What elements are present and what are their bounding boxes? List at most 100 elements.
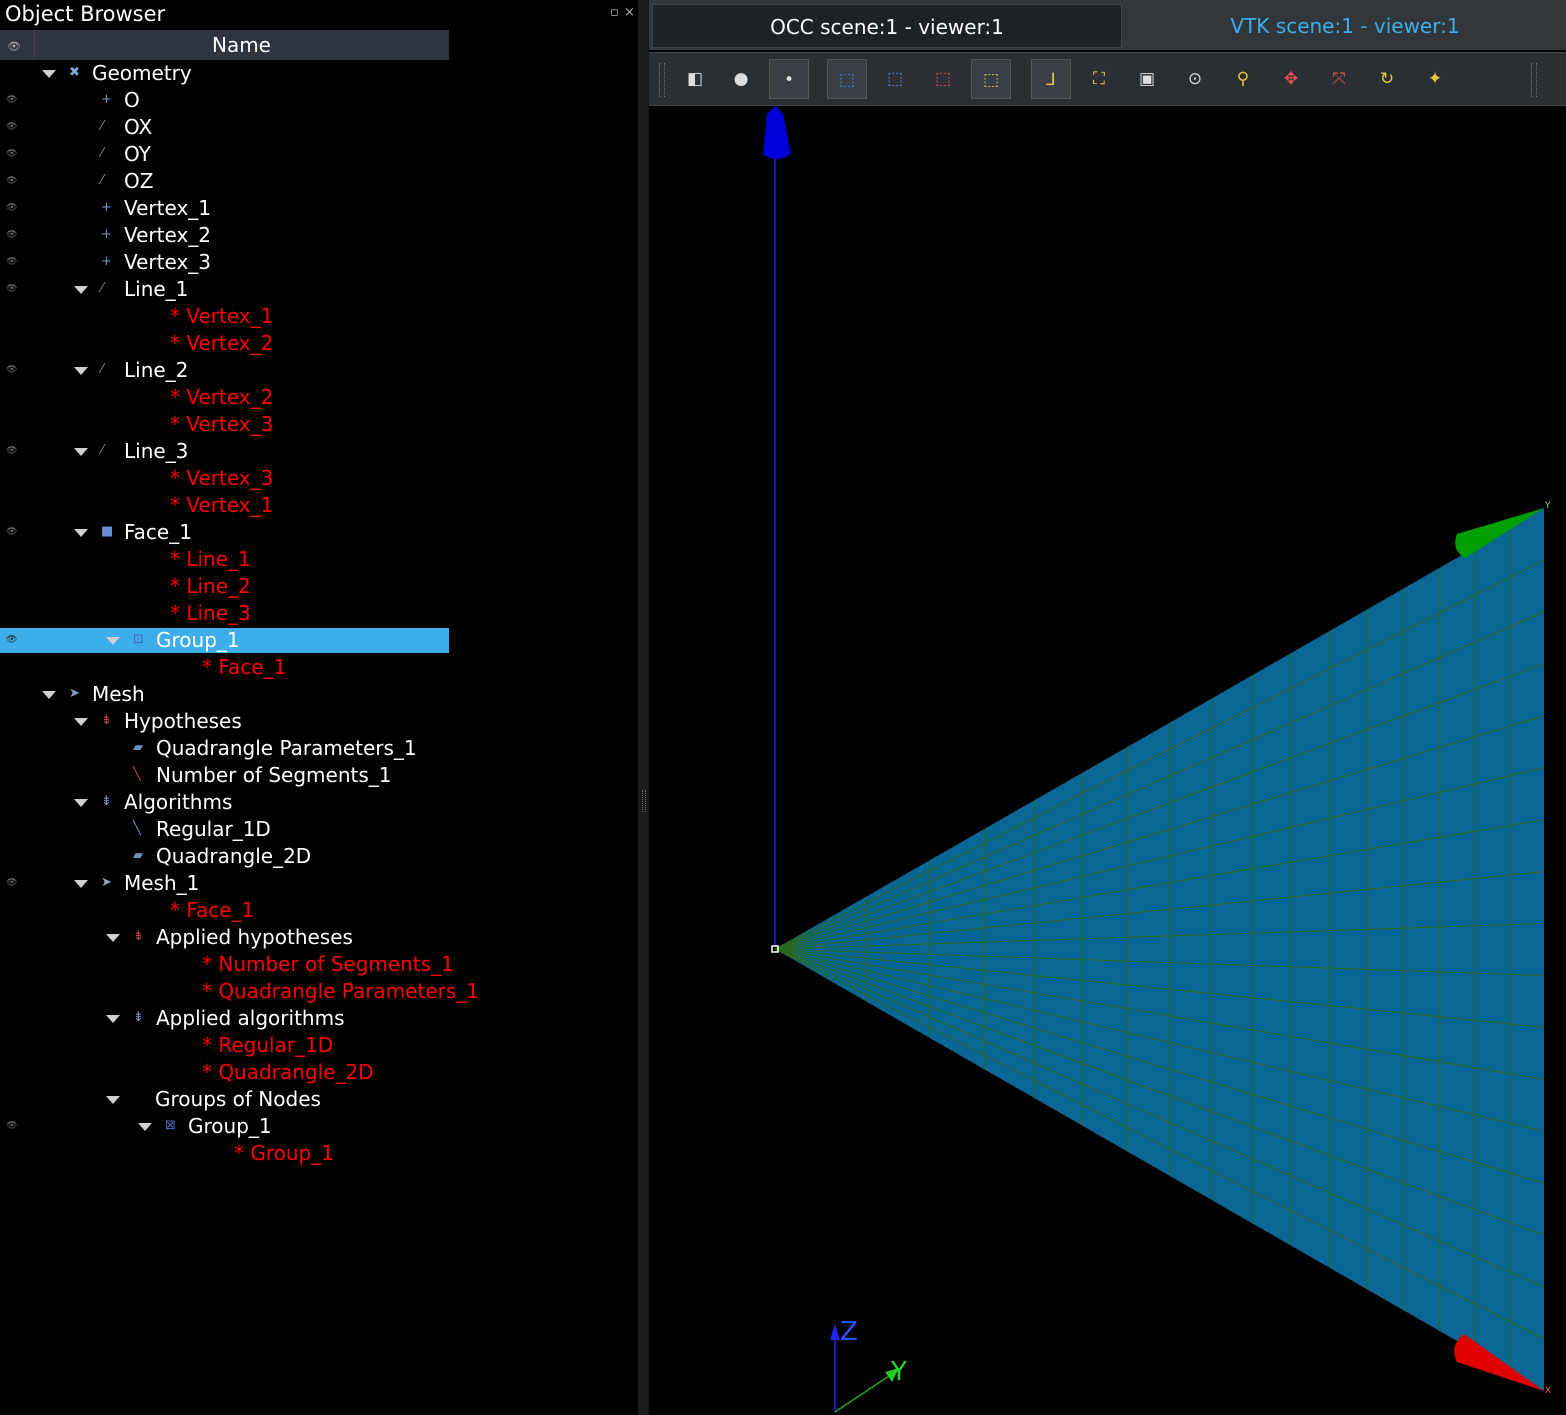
expand-arrow-icon[interactable] <box>106 1015 120 1023</box>
visibility-eye-icon[interactable]: 👁 <box>6 203 17 213</box>
tree-item[interactable]: ▰ Quadrangle Parameters_1 <box>0 735 638 762</box>
tree-item[interactable]: 👁 + O <box>0 87 638 114</box>
select-poly-icon[interactable]: ⬚ <box>971 59 1011 99</box>
tree-item[interactable]: ╲ Regular_1D <box>0 816 638 843</box>
visibility-eye-icon[interactable]: 👁 <box>6 230 17 240</box>
tab-vtk-viewer[interactable]: VTK scene:1 - viewer:1 <box>1124 4 1566 48</box>
splitter-grip[interactable] <box>642 790 646 812</box>
tree-reference-item[interactable]: * Line_1 <box>0 546 638 573</box>
tree-item[interactable]: 👁 ⁄ Line_2 <box>0 357 638 384</box>
visibility-eye-icon[interactable]: 👁 <box>6 122 17 132</box>
tree-item-label: * Line_3 <box>170 601 251 625</box>
tree-item-label: OY <box>124 142 151 166</box>
tree-item-icon: ⇟ <box>101 794 112 809</box>
visibility-eye-icon[interactable]: 👁 <box>6 95 17 105</box>
dump-view-icon[interactable]: ◧ <box>675 59 715 99</box>
tree-item[interactable]: ╲ Number of Segments_1 <box>0 762 638 789</box>
tab-occ-viewer[interactable]: OCC scene:1 - viewer:1 <box>652 4 1122 48</box>
tree-reference-item[interactable]: * Vertex_1 <box>0 303 638 330</box>
global-pan-icon[interactable]: ⤧ <box>1319 59 1359 99</box>
tree-item[interactable]: ✖ Geometry <box>0 60 638 87</box>
tree-reference-item[interactable]: * Quadrangle_2D <box>0 1059 638 1086</box>
close-icon[interactable]: × <box>624 6 635 20</box>
tree-reference-item[interactable]: * Line_3 <box>0 600 638 627</box>
tree-reference-item[interactable]: * Face_1 <box>0 897 638 924</box>
show-trihedron-icon[interactable]: ⅃ <box>1031 59 1071 99</box>
tree-reference-item[interactable]: * Vertex_2 <box>0 330 638 357</box>
tree-reference-item[interactable]: * Vertex_1 <box>0 492 638 519</box>
visibility-column-header[interactable]: 👁 <box>0 30 35 60</box>
toolbar-grip[interactable] <box>659 63 665 97</box>
tree-reference-item[interactable]: * Vertex_3 <box>0 465 638 492</box>
expand-arrow-icon[interactable] <box>106 637 120 645</box>
tree-reference-item[interactable]: * Number of Segments_1 <box>0 951 638 978</box>
fit-all-icon[interactable]: ⛶ <box>1079 59 1119 99</box>
expand-arrow-icon[interactable] <box>74 529 88 537</box>
visibility-eye-icon[interactable]: 👁 <box>6 635 17 645</box>
tree-item[interactable]: 👁 ⁄ OZ <box>0 168 638 195</box>
visibility-eye-icon[interactable]: 👁 <box>6 446 17 456</box>
fit-selection-icon[interactable]: ⊙ <box>1175 59 1215 99</box>
tree-item[interactable]: 👁 ⊡ Group_1 <box>0 627 638 654</box>
rotation-point-icon[interactable]: ✦ <box>1415 59 1455 99</box>
tree-item[interactable]: 👁 ■ Face_1 <box>0 519 638 546</box>
expand-arrow-icon[interactable] <box>74 367 88 375</box>
occ-3d-view[interactable]: Y X Z Y <box>649 106 1566 1415</box>
expand-arrow-icon[interactable] <box>138 1123 152 1131</box>
tree-item[interactable]: 👁 + Vertex_1 <box>0 195 638 222</box>
tree-item[interactable]: 👁 ⁄ Line_1 <box>0 276 638 303</box>
tree-item[interactable]: ⇟ Applied hypotheses <box>0 924 638 951</box>
expand-arrow-icon[interactable] <box>42 70 56 78</box>
visibility-eye-icon[interactable]: 👁 <box>6 257 17 267</box>
tree-reference-item[interactable]: * Quadrangle Parameters_1 <box>0 978 638 1005</box>
expand-arrow-icon[interactable] <box>74 448 88 456</box>
tree-item[interactable]: Groups of Nodes <box>0 1086 638 1113</box>
toolbar-grip[interactable] <box>1531 63 1537 97</box>
tree-reference-item[interactable]: * Group_1 <box>0 1140 638 1167</box>
visibility-eye-icon[interactable]: 👁 <box>6 149 17 159</box>
expand-arrow-icon[interactable] <box>42 691 56 699</box>
expand-arrow-icon[interactable] <box>74 880 88 888</box>
expand-arrow-icon[interactable] <box>106 1096 120 1104</box>
expand-arrow-icon[interactable] <box>74 718 88 726</box>
visibility-eye-icon[interactable]: 👁 <box>6 1121 17 1131</box>
tree-item[interactable]: ⇟ Applied algorithms <box>0 1005 638 1032</box>
tree-item[interactable]: 👁 ⁄ Line_3 <box>0 438 638 465</box>
tree-reference-item[interactable]: * Line_2 <box>0 573 638 600</box>
tree-item[interactable]: 👁 + Vertex_2 <box>0 222 638 249</box>
select-multi-icon[interactable]: ⬚ <box>875 59 915 99</box>
tree-item[interactable]: 👁 ⁄ OX <box>0 114 638 141</box>
float-icon[interactable]: ▫ <box>610 6 619 20</box>
tree-item[interactable]: 👁 ➤ Mesh_1 <box>0 870 638 897</box>
background-icon[interactable]: ● <box>721 59 761 99</box>
expand-arrow-icon[interactable] <box>106 934 120 942</box>
tree-reference-item[interactable]: * Vertex_2 <box>0 384 638 411</box>
tree-reference-item[interactable]: * Vertex_3 <box>0 411 638 438</box>
visibility-eye-icon[interactable]: 👁 <box>6 878 17 888</box>
tree-item[interactable]: ➤ Mesh <box>0 681 638 708</box>
tree-item[interactable]: 👁 ⊠ Group_1 <box>0 1113 638 1140</box>
visibility-eye-icon[interactable]: 👁 <box>6 365 17 375</box>
expand-arrow-icon[interactable] <box>74 799 88 807</box>
panel-splitter[interactable] <box>638 0 649 1415</box>
visibility-eye-icon[interactable]: 👁 <box>6 176 17 186</box>
fit-area-icon[interactable]: ▣ <box>1127 59 1167 99</box>
tree-item[interactable]: ⇟ Hypotheses <box>0 708 638 735</box>
pan-icon[interactable]: ✥ <box>1271 59 1311 99</box>
selection-point-icon[interactable]: • <box>769 59 809 99</box>
tree-reference-item[interactable]: * Face_1 <box>0 654 638 681</box>
visibility-eye-icon[interactable]: 👁 <box>6 284 17 294</box>
select-icon[interactable]: ⬚ <box>827 59 867 99</box>
visibility-eye-icon[interactable]: 👁 <box>6 527 17 537</box>
zoom-icon[interactable]: ⚲ <box>1223 59 1263 99</box>
tree-item-label: * Vertex_1 <box>170 304 274 328</box>
expand-arrow-icon[interactable] <box>74 286 88 294</box>
tree-item[interactable]: 👁 ⁄ OY <box>0 141 638 168</box>
tree-item[interactable]: ⇟ Algorithms <box>0 789 638 816</box>
tree-item[interactable]: 👁 + Vertex_3 <box>0 249 638 276</box>
tree-reference-item[interactable]: * Regular_1D <box>0 1032 638 1059</box>
rotate-icon[interactable]: ↻ <box>1367 59 1407 99</box>
name-column-header[interactable]: Name <box>34 30 449 60</box>
select-rect-icon[interactable]: ⬚ <box>923 59 963 99</box>
tree-item[interactable]: ▰ Quadrangle_2D <box>0 843 638 870</box>
